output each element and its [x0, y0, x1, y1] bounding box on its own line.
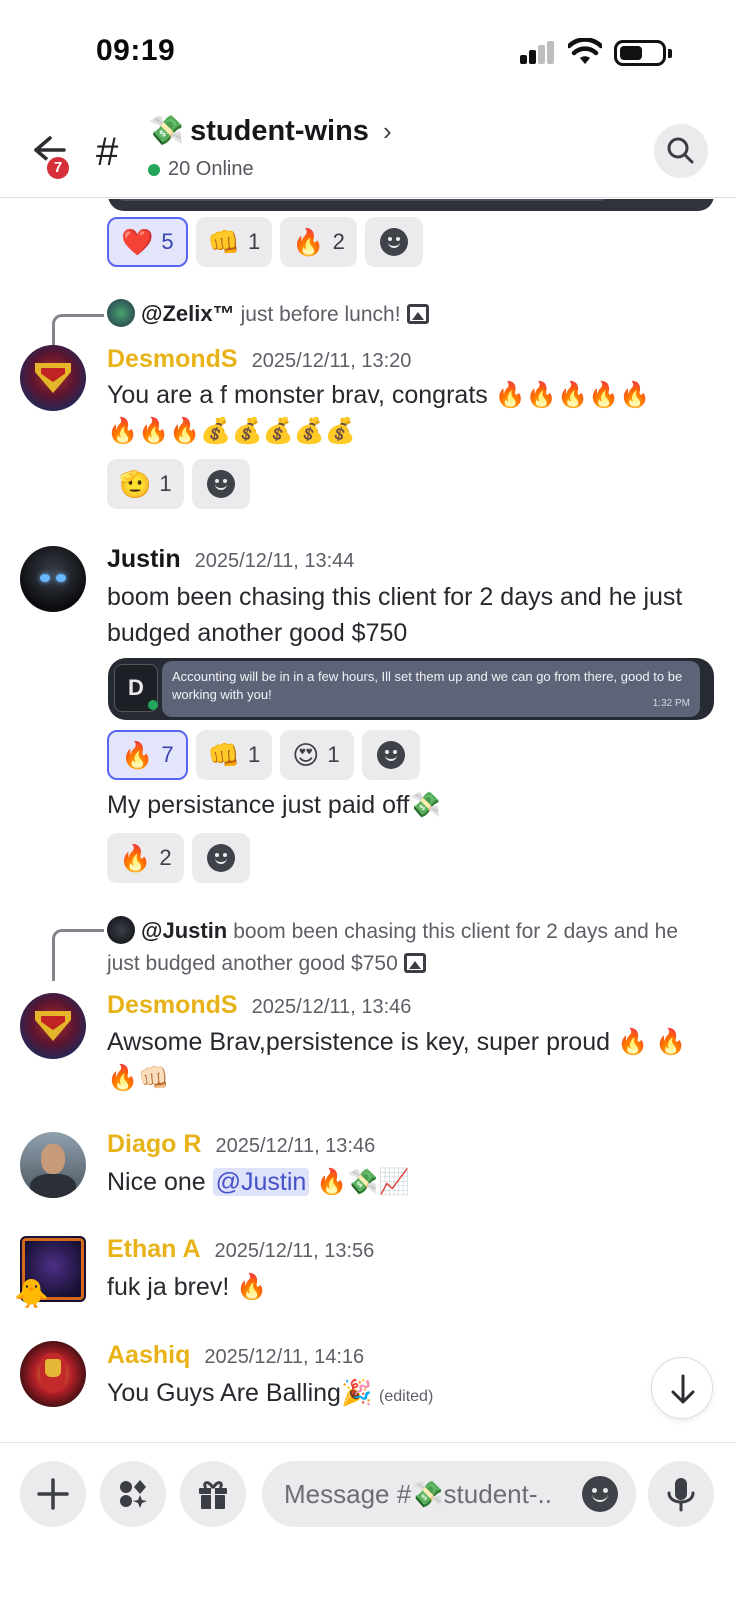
status-bar: 09:19 — [0, 0, 736, 100]
microphone-icon — [667, 1478, 695, 1512]
add-reaction-icon — [206, 844, 235, 872]
username[interactable]: Aashiq — [107, 1341, 190, 1370]
message-header: Aashiq 2025/12/11, 14:16 — [107, 1341, 364, 1370]
reaction-fire[interactable]: 🔥 7 — [107, 730, 188, 780]
reaction-heart[interactable]: ❤️ 5 — [107, 217, 188, 267]
add-reaction-icon — [206, 470, 235, 498]
attach-button[interactable] — [20, 1461, 86, 1527]
chevron-right-icon: › — [382, 115, 392, 146]
avatar-decoration: 🐥 — [14, 1278, 49, 1309]
add-reaction-icon — [379, 228, 408, 256]
timestamp: 2025/12/11, 14:16 — [204, 1346, 365, 1368]
add-reaction-icon — [377, 741, 406, 769]
apps-icon — [120, 1480, 147, 1508]
message-header: Ethan A 2025/12/11, 13:56 — [107, 1235, 374, 1264]
username[interactable]: Ethan A — [107, 1235, 201, 1264]
search-button[interactable] — [654, 124, 708, 178]
image-attachment[interactable]: D Accounting will be in in a few hours, … — [108, 658, 714, 720]
avatar[interactable] — [20, 546, 86, 612]
voice-button[interactable] — [648, 1461, 714, 1527]
reply-connector — [52, 929, 104, 981]
channel-name: student-wins — [190, 114, 369, 147]
reaction-row: 🔥 2 — [107, 833, 250, 883]
avatar[interactable] — [20, 1341, 86, 1407]
reaction-fist[interactable]: 👊 1 — [195, 217, 273, 267]
add-reaction-button[interactable] — [191, 833, 250, 883]
timestamp: 2025/12/11, 13:46 — [215, 1135, 376, 1157]
gift-button[interactable] — [180, 1461, 246, 1527]
embedded-message: Accounting will be in in a few hours, Il… — [162, 661, 700, 717]
message-header: DesmondS 2025/12/11, 13:46 — [107, 991, 411, 1020]
reply-connector — [52, 314, 104, 348]
add-reaction-button[interactable] — [362, 730, 421, 780]
apps-button[interactable] — [100, 1461, 166, 1527]
composer-bar: Message #💸student-.. — [0, 1442, 736, 1600]
wifi-icon — [568, 38, 602, 64]
channel-emoji: 💸 — [148, 115, 185, 147]
image-icon — [403, 953, 426, 973]
edited-label: (edited) — [379, 1388, 434, 1405]
reply-avatar — [107, 916, 135, 944]
message-input[interactable]: Message #💸student-.. — [262, 1461, 636, 1527]
reaction-row: 🔥 7 👊 1 😍 1 — [107, 730, 421, 780]
message-text: Nice one @Justin 🔥💸📈 — [107, 1168, 410, 1196]
reaction-fire[interactable]: 🔥 2 — [107, 833, 184, 883]
status-time: 09:19 — [96, 34, 176, 67]
reply-preview[interactable]: @Justin boom been chasing this client for… — [107, 915, 707, 980]
reaction-fist[interactable]: 👊 1 — [195, 730, 273, 780]
timestamp: 2025/12/11, 13:56 — [214, 1240, 375, 1262]
avatar[interactable] — [20, 1132, 86, 1198]
online-count: 20 Online — [148, 158, 254, 181]
signal-icon — [520, 41, 556, 64]
image-icon — [406, 304, 429, 324]
user-mention[interactable]: @Justin — [212, 1168, 310, 1196]
online-dot-icon — [148, 163, 160, 176]
timestamp: 2025/12/11, 13:20 — [251, 350, 412, 372]
battery-icon — [614, 40, 672, 66]
message-header: Diago R 2025/12/11, 13:46 — [107, 1130, 375, 1159]
jump-to-bottom-button[interactable] — [651, 1357, 713, 1419]
username[interactable]: Justin — [107, 545, 181, 574]
arrow-down-icon — [671, 1374, 695, 1404]
username[interactable]: DesmondS — [107, 345, 238, 374]
channel-hash-icon: # — [96, 130, 119, 174]
reply-avatar — [107, 299, 135, 327]
reaction-row: 🫡 1 — [107, 459, 250, 509]
message-text: Awsome Brav,persistence is key, super pr… — [107, 1028, 687, 1092]
reply-preview[interactable]: @Zelix™ just before lunch! — [107, 298, 429, 331]
channel-header: 7 # 💸 student-wins › 20 Online — [0, 108, 736, 198]
message-text: You Guys Are Balling🎉 (edited) — [107, 1379, 434, 1407]
search-icon — [667, 137, 694, 164]
avatar[interactable] — [20, 345, 86, 411]
plus-icon — [37, 1478, 69, 1510]
username[interactable]: Diago R — [107, 1130, 201, 1159]
timestamp: 2025/12/11, 13:46 — [251, 996, 412, 1018]
avatar[interactable] — [20, 993, 86, 1059]
message-list[interactable]: ❤️ 5 👊 1 🔥 2 @Zelix™ just before lunch! Desm… — [0, 199, 736, 1441]
add-reaction-button[interactable] — [364, 217, 423, 267]
reaction-fire[interactable]: 🔥 2 — [280, 217, 357, 267]
message-text: boom been chasing this client for 2 days… — [107, 583, 683, 647]
message-header: DesmondS 2025/12/11, 13:20 — [107, 345, 411, 374]
message-text: My persistance just paid off💸 — [107, 791, 441, 819]
reaction-heart-eyes[interactable]: 😍 1 — [280, 730, 355, 780]
add-reaction-button[interactable] — [191, 459, 250, 509]
unread-badge: 7 — [44, 154, 72, 182]
reaction-salute[interactable]: 🫡 1 — [107, 459, 184, 509]
channel-title[interactable]: 💸 student-wins › — [148, 114, 392, 148]
reaction-row: ❤️ 5 👊 1 🔥 2 — [107, 217, 423, 267]
timestamp: 2025/12/11, 13:44 — [194, 550, 355, 572]
message-header: Justin 2025/12/11, 13:44 — [107, 545, 354, 574]
message-text: fuk ja brev! 🔥 — [107, 1273, 268, 1301]
gift-icon — [199, 1481, 227, 1509]
image-embed-tail[interactable] — [108, 199, 714, 211]
emoji-icon[interactable] — [582, 1476, 618, 1512]
username[interactable]: DesmondS — [107, 991, 238, 1020]
message-text: You are a f monster brav, congrats 🔥🔥🔥🔥🔥… — [107, 381, 651, 445]
message-placeholder: Message #💸student-.. — [284, 1479, 552, 1509]
